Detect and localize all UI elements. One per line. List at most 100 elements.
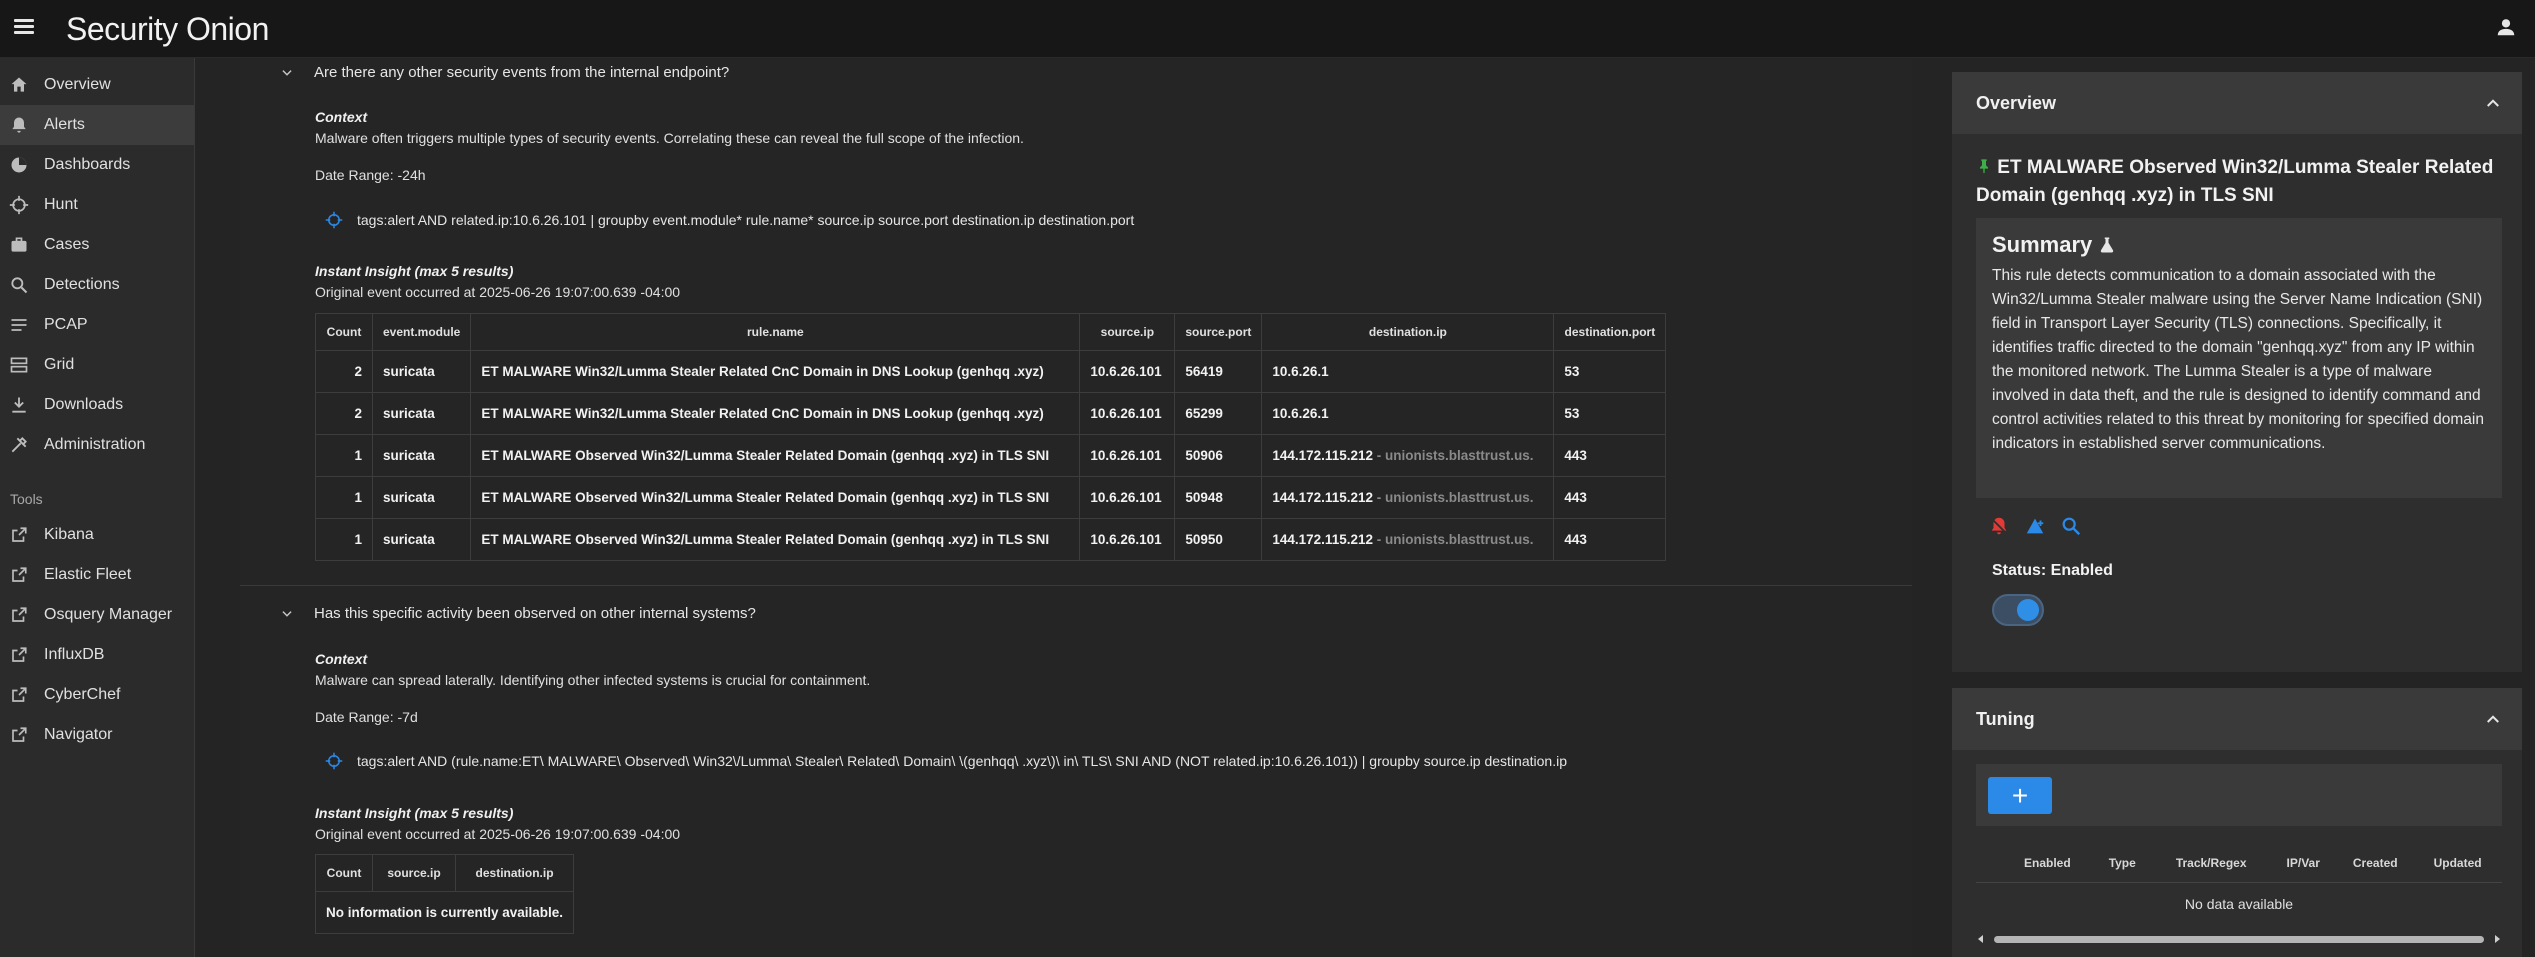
- sidebar-item-label: Downloads: [44, 396, 124, 413]
- context-title: Context: [315, 109, 368, 125]
- rule-cell: ET MALWARE Win32/Lumma Stealer Related C…: [470, 350, 1081, 393]
- hostname: - unionists.blasttrust.us.: [1372, 448, 1534, 463]
- insight-title: Instant Insight (max 5 results): [315, 805, 514, 821]
- sidebar-item-hunt[interactable]: Hunt: [0, 185, 194, 225]
- sidebar-item-administration[interactable]: Administration: [0, 425, 194, 465]
- sidebar-item-alerts[interactable]: Alerts: [0, 105, 194, 145]
- scroll-thumb[interactable]: [1994, 936, 2484, 943]
- context-title: Context: [315, 651, 368, 667]
- hunt-query[interactable]: tags:alert AND related.ip:10.6.26.101 | …: [325, 211, 1134, 229]
- search-icon: [8, 274, 30, 296]
- rule-title: ET MALWARE Observed Win32/Lumma Stealer …: [1976, 154, 2506, 210]
- table-row: No information is currently available.: [314, 891, 575, 934]
- module-cell: suricata: [371, 350, 472, 393]
- column-header: Created: [2352, 855, 2398, 870]
- sidebar-tool-label: Osquery Manager: [44, 606, 173, 623]
- source-port-cell: 50948: [1174, 476, 1263, 519]
- sidebar-tool-elastic-fleet[interactable]: Elastic Fleet: [0, 555, 194, 595]
- sidebar-tool-label: Navigator: [44, 726, 113, 743]
- sidebar-tool-kibana[interactable]: Kibana: [0, 515, 194, 555]
- summary-text: This rule detects communication to a dom…: [1992, 267, 2484, 452]
- source-ip-cell: 10.6.26.101: [1079, 434, 1176, 477]
- sidebar-tool-influxdb[interactable]: InfluxDB: [0, 635, 194, 675]
- table-row: 2 suricata ET MALWARE Win32/Lumma Steale…: [315, 350, 1667, 393]
- sidebar-tool-osquery-manager[interactable]: Osquery Manager: [0, 595, 194, 635]
- external-link-icon: [8, 604, 30, 626]
- ip: 144.172.115.212: [1272, 490, 1373, 505]
- app-logo: Security Onion: [66, 11, 269, 47]
- overview-header[interactable]: Overview: [1952, 72, 2522, 134]
- destination-port-cell: 443: [1553, 518, 1667, 561]
- column-header: destination.ip: [1261, 313, 1555, 351]
- add-tuning-button[interactable]: +: [1988, 777, 2052, 814]
- source-port-cell: 65299: [1174, 392, 1263, 435]
- sidebar-item-pcap[interactable]: PCAP: [0, 305, 194, 345]
- empty-message: No information is currently available.: [314, 891, 575, 934]
- date-range: Date Range: -24h: [315, 167, 426, 183]
- scroll-right-icon[interactable]: [2492, 934, 2502, 944]
- crosshair-icon[interactable]: [325, 752, 343, 770]
- destination-ip-cell: 144.172.115.212 - unionists.blasttrust.u…: [1261, 434, 1555, 477]
- tune-alert-icon[interactable]: [2024, 515, 2046, 537]
- search-icon[interactable]: [2060, 515, 2082, 537]
- module-cell: suricata: [371, 434, 472, 477]
- count-cell: 1: [315, 518, 373, 561]
- sidebar-item-label: Hunt: [44, 196, 78, 213]
- user-icon[interactable]: [2495, 16, 2517, 38]
- sidebar-item-dashboards[interactable]: Dashboards: [0, 145, 194, 185]
- panel-title: Overview: [1976, 92, 2057, 113]
- ip: 10.6.26.1: [1272, 406, 1329, 421]
- question-expander[interactable]: Are there any other security events from…: [280, 64, 729, 81]
- module-cell: suricata: [371, 476, 472, 519]
- summary-heading: Summary: [1992, 232, 2486, 258]
- enabled-toggle[interactable]: [1992, 594, 2044, 626]
- rule-cell: ET MALWARE Observed Win32/Lumma Stealer …: [470, 476, 1081, 519]
- sidebar-tool-cyberchef[interactable]: CyberChef: [0, 675, 194, 715]
- column-header: Track/Regex: [2175, 855, 2247, 870]
- context-text: Malware can spread laterally. Identifyin…: [315, 672, 871, 688]
- chevron-up-icon[interactable]: [2484, 710, 2502, 728]
- column-header: source.ip: [1079, 313, 1176, 351]
- destination-ip-cell: 10.6.26.1: [1261, 350, 1555, 393]
- rule-title-text: ET MALWARE Observed Win32/Lumma Stealer …: [1976, 157, 2494, 206]
- panel-title: Tuning: [1976, 708, 2035, 729]
- sidebar-item-label: Cases: [44, 236, 90, 253]
- sidebar-item-detections[interactable]: Detections: [0, 265, 194, 305]
- external-link-icon: [8, 644, 30, 666]
- source-ip-cell: 10.6.26.101: [1079, 518, 1176, 561]
- sidebar-item-label: Alerts: [44, 116, 85, 133]
- top-bar: Security Onion: [0, 0, 2535, 58]
- table-row: 1 suricata ET MALWARE Observed Win32/Lum…: [315, 476, 1667, 519]
- sidebar-item-label: Grid: [44, 356, 75, 373]
- sidebar-item-grid[interactable]: Grid: [0, 345, 194, 385]
- scroll-left-icon[interactable]: [1976, 934, 1986, 944]
- menu-icon[interactable]: [14, 16, 34, 36]
- overview-actions: [1988, 515, 2082, 537]
- hunt-query[interactable]: tags:alert AND (rule.name:ET\ MALWARE\ O…: [325, 752, 1567, 770]
- sidebar-item-cases[interactable]: Cases: [0, 225, 194, 265]
- sidebar-item-label: PCAP: [44, 316, 88, 333]
- destination-port-cell: 53: [1553, 392, 1667, 435]
- question-expander[interactable]: Has this specific activity been observed…: [280, 605, 756, 622]
- sidebar-item-downloads[interactable]: Downloads: [0, 385, 194, 425]
- source-ip-cell: 10.6.26.101: [1079, 476, 1176, 519]
- column-header: rule.name: [470, 313, 1081, 351]
- destination-ip-cell: 144.172.115.212 - unionists.blasttrust.u…: [1261, 476, 1555, 519]
- hostname: - unionists.blasttrust.us.: [1372, 532, 1534, 547]
- count-cell: 2: [315, 392, 373, 435]
- chevron-up-icon[interactable]: [2484, 94, 2502, 112]
- column-header: Enabled: [2024, 855, 2071, 870]
- summary-box: Summary This rule detects communication …: [1976, 218, 2502, 498]
- bell-icon: [8, 114, 30, 136]
- tuning-header[interactable]: Tuning: [1952, 688, 2522, 750]
- sidebar-item-overview[interactable]: Overview: [0, 65, 194, 105]
- source-port-cell: 56419: [1174, 350, 1263, 393]
- source-port-cell: 50950: [1174, 518, 1263, 561]
- horizontal-scrollbar[interactable]: [1976, 933, 2502, 945]
- sidebar-tool-navigator[interactable]: Navigator: [0, 715, 194, 755]
- rule-cell: ET MALWARE Observed Win32/Lumma Stealer …: [470, 518, 1081, 561]
- column-header: Updated: [2433, 855, 2482, 870]
- column-header: IP/Var: [2286, 855, 2320, 870]
- crosshair-icon[interactable]: [325, 211, 343, 229]
- bell-alert-icon[interactable]: [1988, 515, 2010, 537]
